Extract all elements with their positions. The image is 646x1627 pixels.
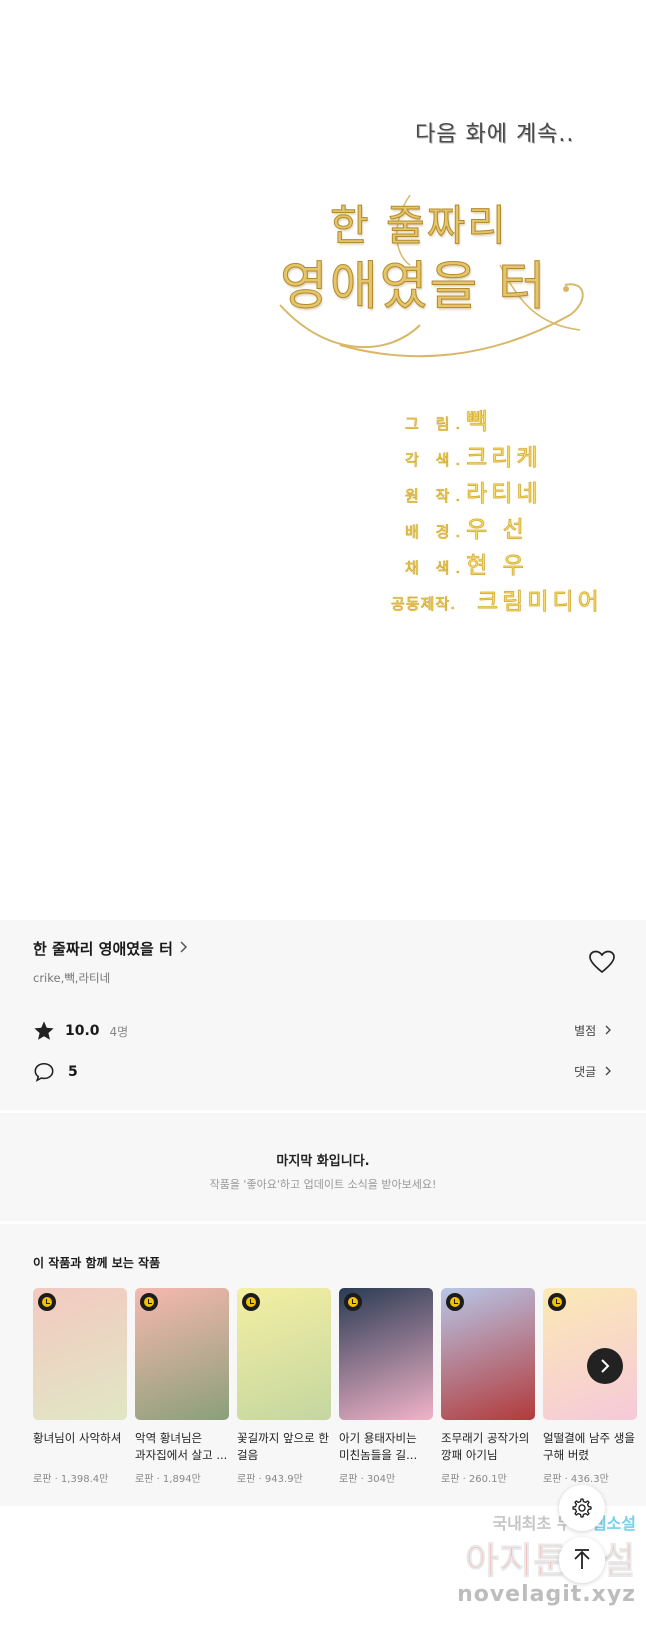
credit-name: 현 우 (466, 553, 528, 580)
recommendation-meta: 로판 · 260.1만 (441, 1474, 507, 1485)
recommendation-meta: 로판 · 1,398.4만 (33, 1474, 109, 1485)
last-episode-notice: 마지막 화입니다. 작품을 '좋아요'하고 업데이트 소식을 받아보세요! (0, 1113, 646, 1221)
recommendation-name: 아기 용태자비는 미친놈들을 길... (339, 1431, 418, 1462)
credit-name: 라티네 (466, 481, 542, 508)
series-title-link[interactable]: 한 줄짜리 영애였을 터 (33, 938, 188, 959)
recommendation-card[interactable]: 얼떨결에 남주 생을 구해 버렸 로판 · 436.3만 (543, 1288, 637, 1485)
recommendation-name: 황녀님이 사악하셔 (33, 1431, 122, 1445)
scroll-top-button[interactable] (559, 1537, 605, 1583)
recommendation-list: 황녀님이 사악하셔 로판 · 1,398.4만 악역 황녀님은 과자집에서 살고… (33, 1288, 637, 1485)
continue-text: 다음 화에 계속.. (415, 122, 575, 147)
credit-row: 배 경. 우 선 (405, 510, 635, 546)
credit-name: 크림미디어 (477, 589, 603, 616)
recommendations-title: 이 작품과 함께 보는 작품 (33, 1256, 161, 1270)
credit-role: 각 색. (405, 451, 467, 470)
recommendation-meta: 로판 · 304만 (339, 1474, 396, 1485)
recommendation-card[interactable]: 악역 황녀님은 과자집에서 살고 ... 로판 · 1,894만 (135, 1288, 229, 1485)
recommendation-name: 얼떨결에 남주 생을 구해 버렸 (543, 1431, 635, 1462)
logo-title-line2: 영애였을 터 (280, 257, 548, 318)
last-episode-subtitle: 작품을 '좋아요'하고 업데이트 소식을 받아보세요! (209, 1178, 437, 1191)
arrow-up-icon (574, 1549, 590, 1569)
comment-icon (34, 1062, 54, 1082)
rating-value: 10.0 (65, 1023, 100, 1039)
recommendation-meta: 로판 · 943.9만 (237, 1474, 303, 1485)
credit-name: 크리케 (466, 445, 542, 472)
recommendation-name: 꽃길까지 앞으로 한 걸음 (237, 1431, 329, 1462)
recommendation-thumbnail (33, 1288, 127, 1420)
recommendation-card[interactable]: 조무래기 공작가의 깡패 아기님 로판 · 260.1만 (441, 1288, 535, 1485)
credit-row: 그 림. 빽 (405, 402, 635, 438)
clock-icon (140, 1293, 158, 1311)
chevron-right-icon (605, 1025, 611, 1035)
recommendation-thumbnail (441, 1288, 535, 1420)
clock-icon (548, 1293, 566, 1311)
credits: 그 림. 빽 각 색. 크리케 원 작. 라티네 배 경. 우 선 채 색. 현… (391, 402, 635, 618)
clock-icon (446, 1293, 464, 1311)
recommendation-card[interactable]: 황녀님이 사악하셔 로판 · 1,398.4만 (33, 1288, 127, 1485)
clock-icon (344, 1293, 362, 1311)
recommendation-name: 조무래기 공작가의 깡패 아기님 (441, 1431, 530, 1462)
rating-count: 4명 (109, 1024, 129, 1039)
credit-role: 원 작. (405, 487, 467, 506)
credit-name: 우 선 (466, 517, 528, 544)
recommendation-card[interactable]: 아기 용태자비는 미친놈들을 길... 로판 · 304만 (339, 1288, 433, 1485)
recommendation-thumbnail (135, 1288, 229, 1420)
series-info: 한 줄짜리 영애였을 터 crike,빽,라티네 10.0 4명 별점 5 댓글 (0, 920, 646, 1110)
series-authors: crike,빽,라티네 (33, 971, 111, 985)
clock-icon (242, 1293, 260, 1311)
comment-link[interactable]: 댓글 (574, 1063, 612, 1080)
recommendation-card[interactable]: 꽃길까지 앞으로 한 걸음 로판 · 943.9만 (237, 1288, 331, 1485)
comic-panel: 다음 화에 계속.. 한 줄짜리 영애였을 터 그 림. 빽 각 색. 크리케 … (0, 0, 646, 920)
watermark-brand: 아지툰소설 (465, 1541, 636, 1583)
recommendations: 이 작품과 함께 보는 작품 황녀님이 사악하셔 로판 · 1,398.4만 악… (0, 1224, 646, 1506)
credit-row: 원 작. 라티네 (405, 474, 635, 510)
heart-icon[interactable] (589, 950, 615, 974)
star-icon (34, 1021, 54, 1040)
chevron-right-icon (605, 1066, 611, 1076)
credit-row: 공동제작. 크림미디어 (391, 582, 635, 618)
chevron-right-icon (601, 1359, 610, 1373)
comment-count: 5 (68, 1064, 78, 1080)
credit-role: 공동제작. (391, 595, 456, 614)
rating-row: 10.0 4명 (33, 1020, 128, 1042)
recommendation-name: 악역 황녀님은 과자집에서 살고 ... (135, 1431, 228, 1462)
comment-row: 5 (33, 1061, 78, 1083)
recommendation-thumbnail (339, 1288, 433, 1420)
credit-row: 각 색. 크리케 (405, 438, 635, 474)
credit-role: 배 경. (405, 523, 467, 542)
recommendation-thumbnail (237, 1288, 331, 1420)
chevron-right-icon (179, 940, 188, 957)
credit-row: 채 색. 현 우 (405, 546, 635, 582)
carousel-next-button[interactable] (587, 1348, 623, 1384)
watermark-url: novelagit.xyz (457, 1582, 636, 1607)
comment-link-label: 댓글 (574, 1065, 597, 1079)
credit-role: 채 색. (405, 559, 467, 578)
rating-link[interactable]: 별점 (574, 1022, 612, 1039)
recommendation-meta: 로판 · 1,894만 (135, 1474, 201, 1485)
clock-icon (38, 1293, 56, 1311)
credit-name: 빽 (466, 409, 492, 436)
last-episode-title: 마지막 화입니다. (276, 1154, 370, 1169)
rating-link-label: 별점 (574, 1024, 597, 1038)
gear-icon (572, 1498, 592, 1518)
settings-button[interactable] (559, 1485, 605, 1531)
recommendation-meta: 로판 · 436.3만 (543, 1474, 609, 1485)
credit-role: 그 림. (405, 415, 467, 434)
series-title: 한 줄짜리 영애였을 터 (33, 940, 173, 958)
